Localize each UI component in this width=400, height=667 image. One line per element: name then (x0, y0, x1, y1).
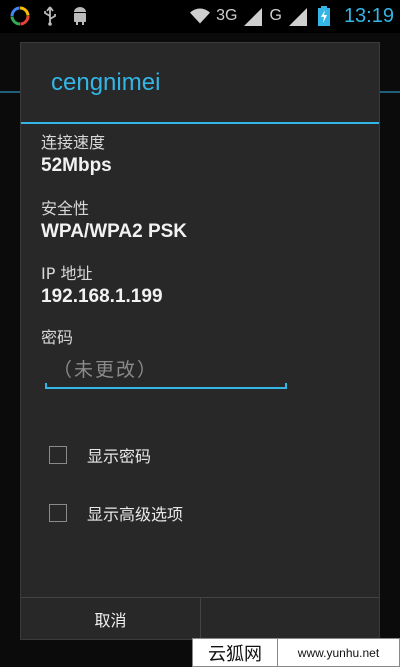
dialog-title: cengnimei (51, 69, 161, 96)
password-underline (45, 383, 287, 389)
app-icon (10, 6, 30, 26)
title-divider (21, 122, 379, 124)
password-label: 密码 (41, 328, 74, 347)
show-advanced-option[interactable]: 显示高级选项 (49, 501, 183, 525)
network-g-label: G (269, 7, 282, 24)
cancel-button[interactable]: 取消 (21, 598, 200, 640)
status-clock: 13:19 (343, 4, 394, 27)
show-advanced-label: 显示高级选项 (87, 505, 184, 524)
show-advanced-checkbox[interactable] (49, 504, 67, 522)
battery-charging-icon (314, 6, 334, 26)
watermark: 云狐网 www.yunhu.net (192, 638, 400, 667)
ip-address-value: 192.168.1.199 (41, 286, 163, 307)
security-value: WPA/WPA2 PSK (41, 221, 188, 242)
ip-address-label: IP 地址 (41, 264, 93, 283)
show-password-option[interactable]: 显示密码 (49, 443, 151, 467)
link-speed-value: 52Mbps (41, 155, 112, 176)
connect-button[interactable] (201, 598, 379, 640)
show-password-checkbox[interactable] (49, 446, 67, 464)
wifi-network-dialog: cengnimei 连接速度 52Mbps 安全性 WPA/WPA2 PSK I… (20, 42, 380, 640)
watermark-url: www.yunhu.net (278, 638, 400, 667)
show-password-label: 显示密码 (87, 447, 152, 466)
signal-3g-icon (243, 6, 263, 26)
android-debug-icon (70, 6, 90, 26)
dialog-button-bar: 取消 (21, 597, 379, 640)
password-input[interactable] (45, 351, 285, 389)
status-bar: 3G G 13:19 (0, 0, 400, 33)
usb-icon (40, 6, 60, 26)
wifi-icon (190, 6, 211, 26)
security-label: 安全性 (41, 199, 90, 218)
signal-g-icon (288, 6, 308, 26)
link-speed-label: 连接速度 (41, 133, 106, 152)
network-3g-label: 3G (216, 7, 238, 24)
watermark-logo: 云狐网 (192, 638, 278, 667)
